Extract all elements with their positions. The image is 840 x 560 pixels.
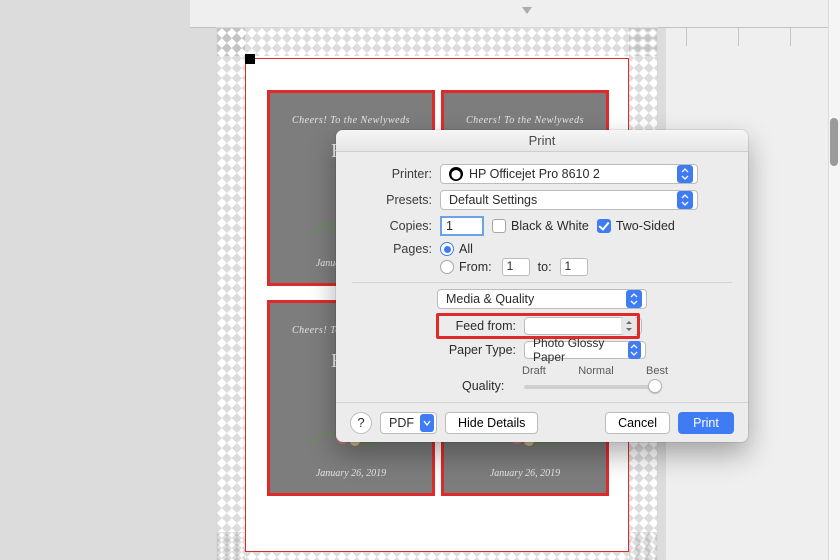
- chevron-updown-icon: [677, 191, 693, 209]
- quality-slider-knob[interactable]: [648, 379, 662, 393]
- print-label: Print: [693, 416, 719, 430]
- feed-label: Feed from:: [352, 319, 516, 333]
- chevron-updown-icon: [677, 165, 693, 183]
- checkbox-icon: [597, 219, 611, 233]
- quality-row: Draft Normal Best Quality:: [352, 365, 732, 399]
- printer-select[interactable]: ⬤ HP Officejet Pro 8610 2: [440, 164, 698, 184]
- pages-to-value: 1: [565, 259, 572, 273]
- dialog-body: Printer: ⬤ HP Officejet Pro 8610 2 Prese…: [336, 152, 748, 399]
- vertical-scrollbar-track[interactable]: [828, 0, 840, 560]
- card-date: January 26, 2019: [444, 468, 606, 479]
- divider: [352, 282, 732, 283]
- quality-normal: Normal: [578, 365, 613, 377]
- horizontal-ruler: [190, 0, 840, 28]
- quality-best: Best: [646, 365, 668, 377]
- section-value: Media & Quality: [446, 292, 534, 306]
- paper-type-value: Photo Glossy Paper: [533, 336, 622, 364]
- bw-label: Black & White: [511, 219, 589, 233]
- pages-from-label: From:: [459, 260, 492, 274]
- twosided-checkbox[interactable]: Two-Sided: [597, 219, 675, 233]
- pages-all-radio[interactable]: All: [440, 242, 473, 256]
- hide-details-button[interactable]: Hide Details: [445, 412, 538, 434]
- presets-label: Presets:: [352, 193, 432, 207]
- card-heading: Cheers! To the Newlyweds: [444, 115, 606, 126]
- chevron-updown-icon: [628, 341, 641, 359]
- cancel-label: Cancel: [618, 416, 657, 430]
- copies-value: 1: [446, 219, 453, 233]
- printer-status-icon: ⬤: [449, 167, 463, 181]
- hide-details-label: Hide Details: [458, 416, 525, 430]
- print-dialog: Print Printer: ⬤ HP Officejet Pro 8610 2…: [336, 130, 748, 442]
- twosided-label: Two-Sided: [616, 219, 675, 233]
- dialog-footer: ? PDF Hide Details Cancel Print: [336, 402, 748, 442]
- section-select[interactable]: Media & Quality: [437, 289, 647, 309]
- margin-hatch-top: [217, 28, 657, 56]
- pages-from-radio[interactable]: From:: [440, 260, 492, 274]
- print-button[interactable]: Print: [678, 412, 734, 434]
- dialog-title: Print: [336, 130, 748, 152]
- paper-type-label: Paper Type:: [352, 343, 516, 357]
- help-button[interactable]: ?: [350, 412, 372, 434]
- pages-to-input[interactable]: 1: [560, 258, 588, 276]
- checkbox-icon: [492, 219, 506, 233]
- quality-slider-track[interactable]: [524, 385, 656, 389]
- printer-value: HP Officejet Pro 8610 2: [469, 167, 600, 181]
- card-heading: Cheers! To the Newlyweds: [270, 115, 432, 126]
- quality-draft: Draft: [522, 365, 546, 377]
- ruler-indent-icon: [520, 4, 534, 18]
- quality-ticks: Draft Normal Best: [522, 365, 668, 377]
- copies-label: Copies:: [352, 219, 432, 233]
- radio-icon: [440, 260, 454, 274]
- chevron-updown-icon: [626, 290, 642, 308]
- vertical-scrollbar-thumb[interactable]: [830, 118, 838, 166]
- selection-handle[interactable]: [245, 54, 255, 64]
- presets-select[interactable]: Default Settings: [440, 190, 698, 210]
- printer-label: Printer:: [352, 167, 432, 181]
- pages-from-value: 1: [507, 259, 514, 273]
- pages-to-label: to:: [538, 260, 552, 274]
- help-label: ?: [357, 415, 364, 430]
- copies-input[interactable]: 1: [440, 216, 484, 236]
- pages-label: Pages:: [352, 242, 432, 256]
- pages-from-input[interactable]: 1: [502, 258, 530, 276]
- pages-all-label: All: [459, 242, 473, 256]
- feed-select[interactable]: [524, 317, 642, 335]
- cancel-button[interactable]: Cancel: [605, 412, 670, 434]
- bw-checkbox[interactable]: Black & White: [492, 219, 589, 233]
- pdf-label: PDF: [389, 416, 414, 430]
- presets-value: Default Settings: [449, 193, 537, 207]
- card-date: January 26, 2019: [270, 468, 432, 479]
- margin-hatch-left: [217, 28, 245, 560]
- pdf-menu-button[interactable]: PDF: [380, 412, 437, 434]
- paper-type-select[interactable]: Photo Glossy Paper: [524, 341, 646, 359]
- chevron-updown-icon: [621, 317, 637, 335]
- chevron-down-icon: [420, 414, 434, 432]
- quality-label: Quality:: [462, 379, 504, 393]
- radio-icon: [440, 242, 454, 256]
